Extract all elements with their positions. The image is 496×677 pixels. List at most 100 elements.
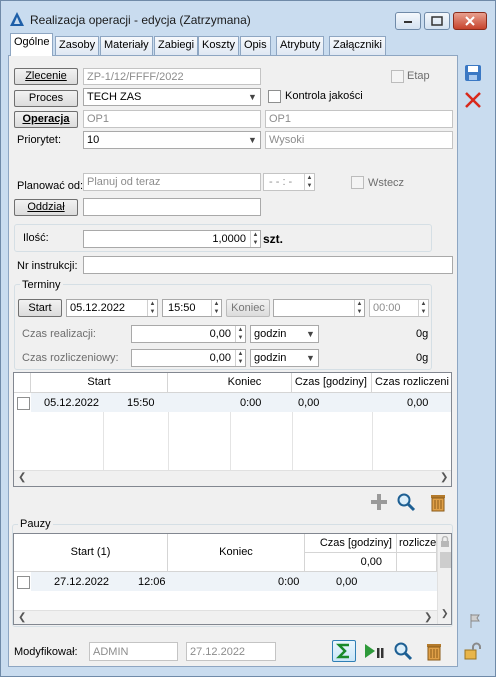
spinner-icon[interactable]: ▲ ▼: [235, 326, 245, 342]
start-time-field[interactable]: 15:50 ▲ ▼: [162, 299, 222, 317]
proces-select[interactable]: TECH ZAS ▼: [83, 88, 261, 106]
column-header-start[interactable]: Start (1): [14, 534, 168, 572]
scrollbar-thumb[interactable]: [440, 552, 451, 568]
maximize-button[interactable]: [424, 12, 450, 30]
czas-rozliczeniowy-label: Czas rozliczeniowy:: [22, 352, 119, 364]
trash-icon: [427, 644, 441, 661]
scroll-right-icon[interactable]: ❯: [424, 612, 432, 623]
delete-button[interactable]: [426, 491, 450, 513]
spinner-icon[interactable]: ▲ ▼: [147, 300, 157, 316]
spinner-icon[interactable]: ▲ ▼: [418, 300, 428, 316]
terminy-title: Terminy: [20, 279, 63, 291]
czas-realizacji-total: 0g: [416, 328, 429, 340]
spinner-icon[interactable]: ▲ ▼: [354, 300, 364, 316]
czas-rozliczeniowy-field[interactable]: 0,00 ▲ ▼: [131, 349, 246, 367]
sigma-icon: [336, 643, 349, 659]
operacja-button[interactable]: Operacja: [14, 111, 78, 128]
save-button[interactable]: [462, 62, 484, 84]
tab-atrybuty[interactable]: Atrybuty: [276, 36, 325, 55]
column-header-koniec[interactable]: Koniec: [168, 373, 292, 393]
kontrola-jakosci-checkbox[interactable]: [268, 90, 281, 103]
sum-button[interactable]: [332, 640, 356, 662]
zlecenie-button[interactable]: Zlecenie: [14, 68, 78, 85]
pin-button[interactable]: [464, 610, 486, 632]
wstecz-checkbox[interactable]: [351, 176, 364, 189]
proces-value: TECH ZAS: [87, 91, 142, 103]
vertical-scrollbar[interactable]: ❯: [437, 534, 451, 624]
czas-rozliczeniowy-total: 0g: [416, 352, 429, 364]
priorytet-select[interactable]: 10 ▼: [83, 131, 261, 149]
proces-button[interactable]: Proces: [14, 90, 78, 107]
priorytet-value: 10: [87, 134, 100, 146]
column-subtotal-empty: [397, 553, 437, 572]
trash-icon: [431, 495, 445, 512]
tab-zasoby[interactable]: Zasoby: [55, 36, 100, 55]
spinner-icon[interactable]: ▲ ▼: [211, 300, 221, 316]
row-czas-rozliczeniowy: 0,00: [407, 397, 429, 409]
row-checkbox[interactable]: [17, 576, 30, 589]
tab-koszty[interactable]: Koszty: [198, 36, 240, 55]
tab-opis[interactable]: Opis: [240, 36, 271, 55]
koniec-button[interactable]: Koniec: [226, 299, 270, 317]
close-button[interactable]: [453, 12, 487, 30]
chevron-down-icon[interactable]: ❯: [441, 608, 449, 619]
czas-realizacji-field[interactable]: 0,00 ▲ ▼: [131, 325, 246, 343]
tab-materialy[interactable]: Materiały: [100, 36, 153, 55]
column-header-czas[interactable]: Czas [godziny]: [305, 534, 397, 553]
grid-line: [230, 412, 231, 470]
planowac-field[interactable]: Planuj od teraz: [83, 173, 261, 191]
ilosc-field[interactable]: 1,0000 ▲ ▼: [83, 230, 261, 248]
nr-instrukcji-label: Nr instrukcji:: [17, 260, 78, 272]
operacja-code-field[interactable]: OP1: [83, 110, 261, 128]
koniec-date-field[interactable]: ▲ ▼: [273, 299, 365, 317]
planowac-time-field[interactable]: - - : - ▲ ▼: [263, 173, 315, 191]
scroll-right-icon[interactable]: ❯: [440, 472, 448, 483]
ilosc-unit: szt.: [263, 232, 284, 246]
scroll-left-icon[interactable]: ❮: [18, 612, 26, 623]
tab-zabiegi[interactable]: Zabiegi: [154, 36, 199, 55]
column-header-czas[interactable]: Czas [godziny]: [292, 373, 372, 393]
minimize-icon: [404, 21, 412, 23]
grid-line: [168, 412, 169, 470]
start-date-field[interactable]: 05.12.2022 ▲ ▼: [66, 299, 158, 317]
column-subtotal: 0,00: [305, 553, 397, 572]
scroll-left-icon[interactable]: ❮: [18, 472, 26, 483]
nr-instrukcji-field[interactable]: [83, 256, 453, 274]
oddzial-field[interactable]: [83, 198, 261, 216]
tab-zalaczniki[interactable]: Załączniki: [329, 36, 386, 55]
column-header-koniec[interactable]: Koniec: [168, 534, 305, 572]
etap-label: Etap: [407, 70, 430, 82]
spinner-icon[interactable]: ▲ ▼: [235, 350, 245, 366]
add-button[interactable]: [367, 491, 391, 513]
start-button[interactable]: Start: [18, 299, 62, 317]
czas-rozliczeniowy-unit-select[interactable]: godzin ▼: [250, 349, 319, 367]
horizontal-scrollbar[interactable]: ❮ ❯: [14, 610, 437, 624]
spinner-icon[interactable]: ▲ ▼: [304, 174, 314, 190]
pauzy-grid[interactable]: Start (1) Koniec Czas [godziny] 0,00 roz…: [13, 533, 452, 625]
delete-record-button[interactable]: [422, 640, 446, 662]
chevron-down-icon: ▼: [248, 91, 257, 102]
oddzial-button[interactable]: Oddział: [14, 199, 78, 216]
column-header-czas-rozliczeniowy[interactable]: Czas rozliczeni: [372, 373, 451, 393]
minimize-button[interactable]: [395, 12, 421, 30]
horizontal-scrollbar[interactable]: ❮ ❯: [14, 470, 451, 486]
unlock-button[interactable]: [462, 640, 484, 662]
column-header-rozliczeniowy[interactable]: rozlicze: [397, 534, 437, 553]
play-pause-button[interactable]: [362, 640, 386, 662]
row-start-date: 05.12.2022: [44, 397, 100, 409]
cancel-button[interactable]: [462, 89, 484, 111]
czas-realizacji-unit-select[interactable]: godzin ▼: [250, 325, 319, 343]
play-pause-icon: [365, 644, 384, 658]
window-title: Realizacja operacji - edycja (Zatrzymana…: [30, 13, 251, 27]
koniec-time-field[interactable]: 00:00 ▲ ▼: [369, 299, 429, 317]
spinner-icon[interactable]: ▲ ▼: [250, 231, 260, 247]
preview-button[interactable]: [391, 640, 415, 662]
column-header-start[interactable]: Start: [31, 373, 168, 393]
row-checkbox[interactable]: [17, 397, 30, 410]
tab-ogolne[interactable]: Ogólne: [10, 33, 54, 56]
terminy-grid[interactable]: Start Koniec Czas [godziny] Czas rozlicz…: [13, 372, 452, 487]
search-button[interactable]: [394, 491, 418, 513]
etap-checkbox[interactable]: [391, 70, 404, 83]
operacja-name-field[interactable]: OP1: [265, 110, 453, 128]
zlecenie-field[interactable]: ZP-1/12/FFFF/2022: [83, 68, 261, 85]
